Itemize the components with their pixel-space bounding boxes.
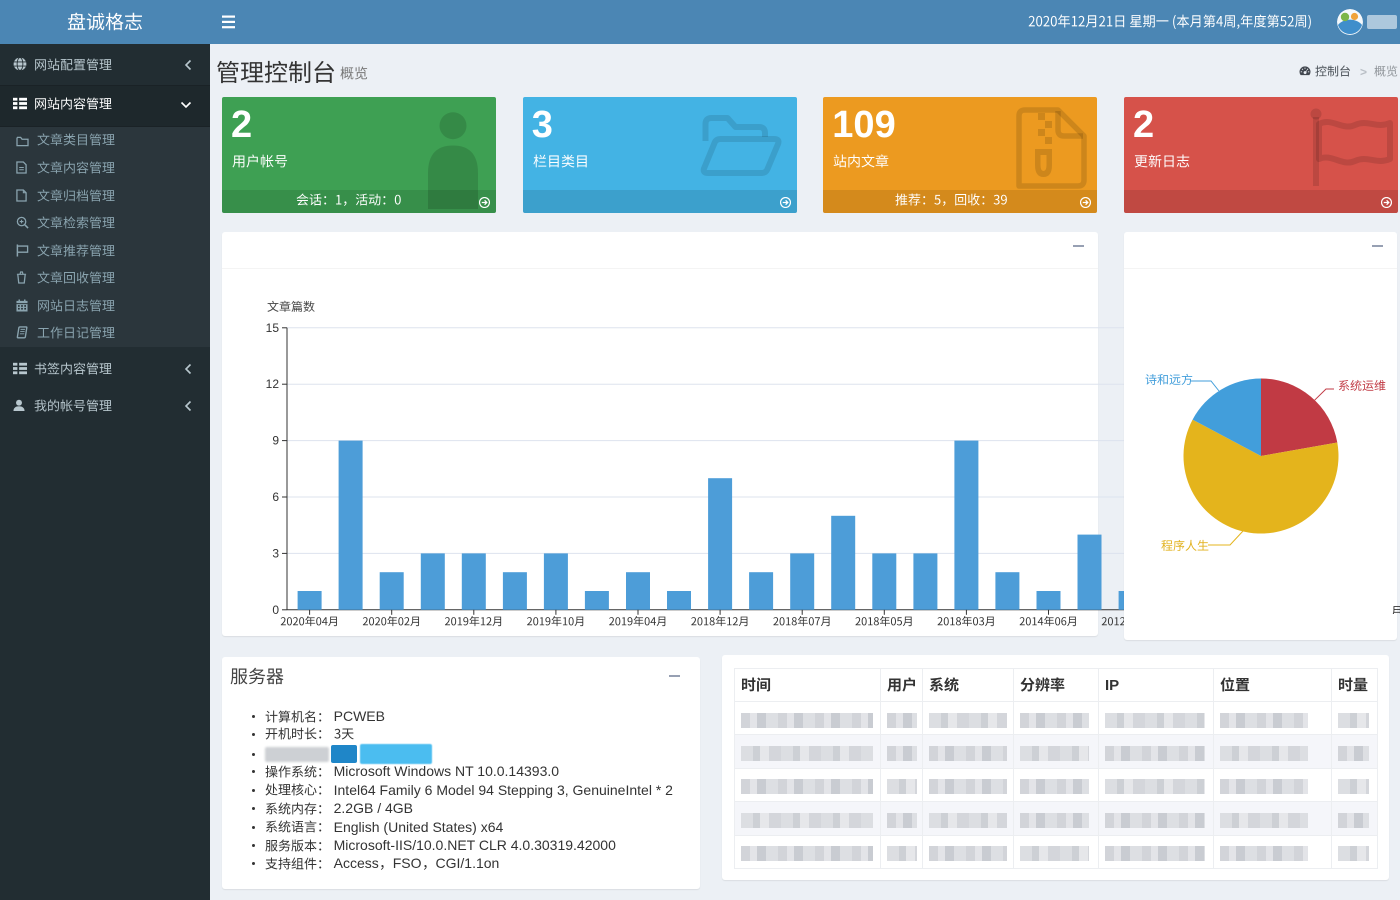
svg-text:9: 9 (272, 434, 279, 448)
svg-text:6: 6 (272, 490, 279, 504)
svg-text:0: 0 (272, 603, 279, 617)
svg-text:12: 12 (266, 377, 280, 391)
svg-text:15: 15 (266, 321, 280, 335)
svg-text:3: 3 (272, 546, 279, 560)
